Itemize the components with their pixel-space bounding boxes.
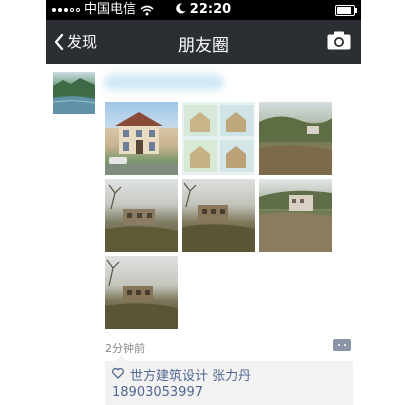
heart-icon [112, 368, 124, 379]
photo-hillside-site[interactable] [259, 102, 332, 175]
comment-icon[interactable] [333, 339, 351, 351]
page-title: 朋友圈 [178, 36, 229, 56]
camera-button[interactable] [327, 31, 351, 54]
liker-phone[interactable]: 18903053997 [112, 385, 203, 400]
avatar-landscape [53, 78, 95, 114]
photo-construction-3[interactable] [259, 179, 332, 252]
nav-bar: 发现 朋友圈 [46, 20, 361, 64]
likes-panel: 世方建筑设计 张力丹 18903053997 [105, 355, 353, 405]
username-blurred [104, 74, 224, 90]
clock-time: 22:20 [189, 2, 232, 17]
camera-icon [327, 31, 351, 50]
photo-construction-4[interactable] [105, 256, 178, 329]
battery-icon [335, 5, 357, 16]
signal-icon [52, 8, 80, 12]
photo-villa-render[interactable] [105, 102, 178, 175]
photo-construction-2[interactable] [182, 179, 255, 252]
phone-screen: 中国电信 22:20 发现 朋友圈 2分钟前 世方建筑设计 张力丹 189030… [46, 0, 361, 405]
wifi-icon [140, 5, 154, 15]
avatar[interactable] [53, 72, 95, 114]
carrier-label: 中国电信 [84, 2, 137, 17]
status-left: 中国电信 [52, 0, 154, 20]
moments-feed: 2分钟前 世方建筑设计 张力丹 18903053997 [46, 64, 361, 405]
status-bar: 中国电信 22:20 [46, 0, 361, 20]
post-timestamp: 2分钟前 [105, 342, 145, 355]
photo-floor-plans[interactable] [182, 102, 255, 175]
liker-names[interactable]: 世方建筑设计 张力丹 [130, 365, 251, 384]
moon-icon [176, 3, 186, 14]
photo-construction-1[interactable] [105, 179, 178, 252]
